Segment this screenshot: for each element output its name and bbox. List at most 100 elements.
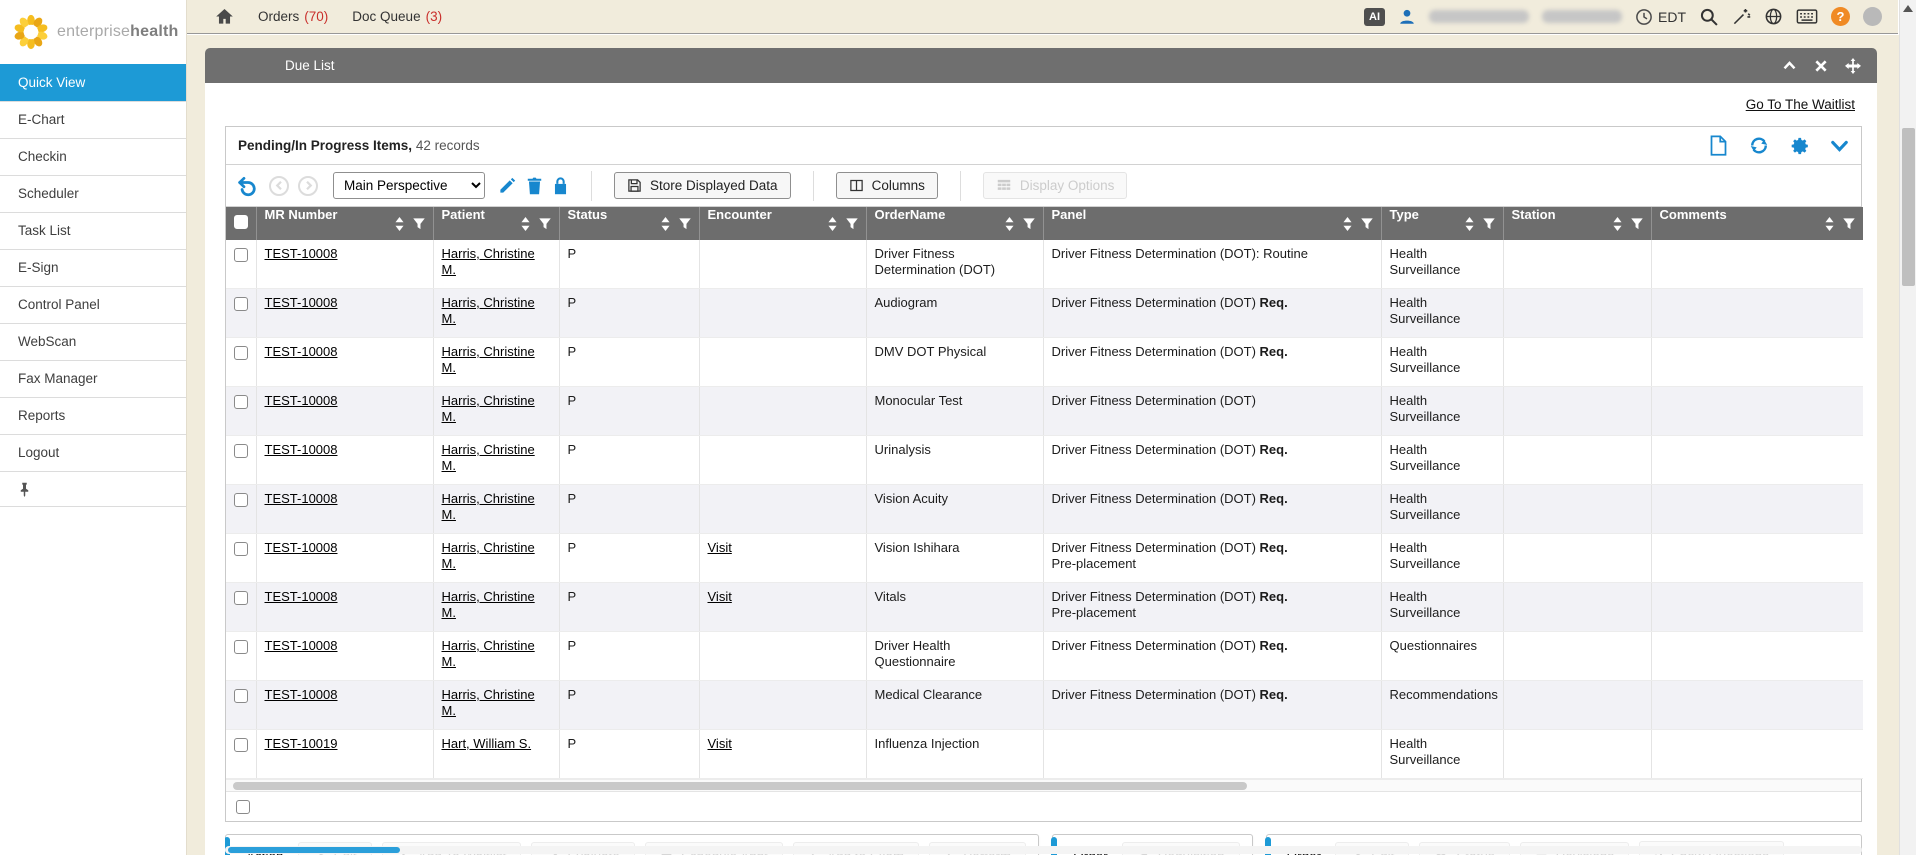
filter-icon[interactable]: [679, 218, 691, 230]
sidebar-item-webscan[interactable]: WebScan: [0, 323, 186, 360]
close-icon[interactable]: [1814, 59, 1828, 73]
patient-link[interactable]: Harris, Christine M.: [442, 246, 535, 277]
columns-button[interactable]: Columns: [836, 172, 938, 199]
patient-link[interactable]: Harris, Christine M.: [442, 295, 535, 326]
mr-number-link[interactable]: TEST-10008: [265, 246, 338, 261]
vertical-scrollbar-thumb[interactable]: [1902, 128, 1915, 286]
gear-icon[interactable]: [1790, 136, 1810, 156]
keyboard-icon[interactable]: [1796, 8, 1818, 25]
new-document-icon[interactable]: [1709, 135, 1728, 156]
patient-link[interactable]: Harris, Christine M.: [442, 344, 535, 375]
mr-number-link[interactable]: TEST-10008: [265, 442, 338, 457]
edit-perspective-icon[interactable]: [498, 176, 517, 195]
sort-icon[interactable]: [521, 217, 530, 231]
footer-select-all-checkbox[interactable]: [236, 800, 250, 814]
store-displayed-data-button[interactable]: Store Displayed Data: [614, 172, 791, 199]
row-checkbox[interactable]: [234, 297, 248, 311]
mr-number-link[interactable]: TEST-10019: [265, 736, 338, 751]
visit-link[interactable]: Visit: [708, 736, 732, 751]
filter-icon[interactable]: [1023, 218, 1035, 230]
panel-horizontal-scrollbar-thumb[interactable]: [228, 847, 400, 853]
mr-number-link[interactable]: TEST-10008: [265, 295, 338, 310]
undo-icon[interactable]: [236, 175, 258, 197]
sort-icon[interactable]: [395, 217, 404, 231]
patient-link[interactable]: Harris, Christine M.: [442, 491, 535, 522]
sidebar-item-checkin[interactable]: Checkin: [0, 138, 186, 175]
row-checkbox[interactable]: [234, 346, 248, 360]
row-checkbox[interactable]: [234, 395, 248, 409]
filter-icon[interactable]: [846, 218, 858, 230]
row-checkbox[interactable]: [234, 542, 248, 556]
mr-number-link[interactable]: TEST-10008: [265, 638, 338, 653]
patient-link[interactable]: Harris, Christine M.: [442, 638, 535, 669]
patient-link[interactable]: Harris, Christine M.: [442, 589, 535, 620]
sort-icon[interactable]: [1005, 217, 1014, 231]
table-horizontal-scrollbar-thumb[interactable]: [233, 782, 1247, 790]
vertical-scrollbar[interactable]: [1899, 0, 1916, 855]
row-checkbox[interactable]: [234, 248, 248, 262]
sidebar-item-e-sign[interactable]: E-Sign: [0, 249, 186, 286]
row-checkbox[interactable]: [234, 689, 248, 703]
perspective-select[interactable]: Main Perspective: [333, 172, 485, 199]
globe-icon[interactable]: [1764, 7, 1783, 26]
select-all-checkbox[interactable]: [234, 215, 248, 229]
sidebar-pin-button[interactable]: [0, 471, 186, 507]
patient-link[interactable]: Harris, Christine M.: [442, 442, 535, 473]
delete-perspective-icon[interactable]: [526, 176, 543, 195]
sort-icon[interactable]: [1465, 217, 1474, 231]
help-icon[interactable]: ?: [1831, 7, 1850, 26]
nav-item-doc-queue[interactable]: Doc Queue (3): [352, 9, 442, 24]
mr-number-link[interactable]: TEST-10008: [265, 589, 338, 604]
sort-icon[interactable]: [1343, 217, 1352, 231]
visit-link[interactable]: Visit: [708, 540, 732, 555]
row-checkbox[interactable]: [234, 640, 248, 654]
filter-icon[interactable]: [539, 218, 551, 230]
row-checkbox[interactable]: [234, 493, 248, 507]
sidebar-item-reports[interactable]: Reports: [0, 397, 186, 434]
filter-icon[interactable]: [1483, 218, 1495, 230]
avatar[interactable]: [1863, 7, 1882, 26]
sidebar-item-quick-view[interactable]: Quick View: [0, 64, 186, 101]
home-icon[interactable]: [215, 7, 234, 26]
sidebar-item-fax-manager[interactable]: Fax Manager: [0, 360, 186, 397]
patient-link[interactable]: Harris, Christine M.: [442, 687, 535, 718]
sidebar-item-control-panel[interactable]: Control Panel: [0, 286, 186, 323]
sort-icon[interactable]: [1613, 217, 1622, 231]
sidebar-item-logout[interactable]: Logout: [0, 434, 186, 471]
wand-icon[interactable]: [1732, 7, 1751, 26]
sort-icon[interactable]: [661, 217, 670, 231]
search-icon[interactable]: [1699, 7, 1719, 27]
patient-link[interactable]: Harris, Christine M.: [442, 393, 535, 424]
user-icon[interactable]: [1398, 8, 1416, 26]
filter-icon[interactable]: [413, 218, 425, 230]
table-horizontal-scrollbar[interactable]: [226, 779, 1861, 791]
ai-badge[interactable]: AI: [1364, 8, 1385, 26]
row-checkbox[interactable]: [234, 591, 248, 605]
scroll-up-arrow-icon[interactable]: [1903, 5, 1913, 12]
nav-item-orders[interactable]: Orders (70): [258, 9, 328, 24]
previous-perspective-icon[interactable]: [269, 176, 289, 196]
filter-icon[interactable]: [1843, 218, 1855, 230]
collapse-icon[interactable]: [1782, 58, 1797, 73]
mr-number-link[interactable]: TEST-10008: [265, 393, 338, 408]
filter-icon[interactable]: [1361, 218, 1373, 230]
filter-icon[interactable]: [1631, 218, 1643, 230]
mr-number-link[interactable]: TEST-10008: [265, 540, 338, 555]
sort-icon[interactable]: [828, 217, 837, 231]
patient-link[interactable]: Harris, Christine M.: [442, 540, 535, 571]
chevron-down-icon[interactable]: [1830, 138, 1849, 154]
mr-number-link[interactable]: TEST-10008: [265, 687, 338, 702]
display-options-button[interactable]: Display Options: [983, 172, 1128, 199]
sidebar-item-e-chart[interactable]: E-Chart: [0, 101, 186, 138]
visit-link[interactable]: Visit: [708, 589, 732, 604]
refresh-icon[interactable]: [1748, 135, 1770, 156]
patient-link[interactable]: Hart, William S.: [442, 736, 532, 751]
panel-horizontal-scrollbar[interactable]: [225, 846, 1862, 854]
row-checkbox[interactable]: [234, 444, 248, 458]
sidebar-item-scheduler[interactable]: Scheduler: [0, 175, 186, 212]
mr-number-link[interactable]: TEST-10008: [265, 344, 338, 359]
sort-icon[interactable]: [1825, 217, 1834, 231]
mr-number-link[interactable]: TEST-10008: [265, 491, 338, 506]
go-to-waitlist-link[interactable]: Go To The Waitlist: [1746, 97, 1855, 112]
next-perspective-icon[interactable]: [298, 176, 318, 196]
